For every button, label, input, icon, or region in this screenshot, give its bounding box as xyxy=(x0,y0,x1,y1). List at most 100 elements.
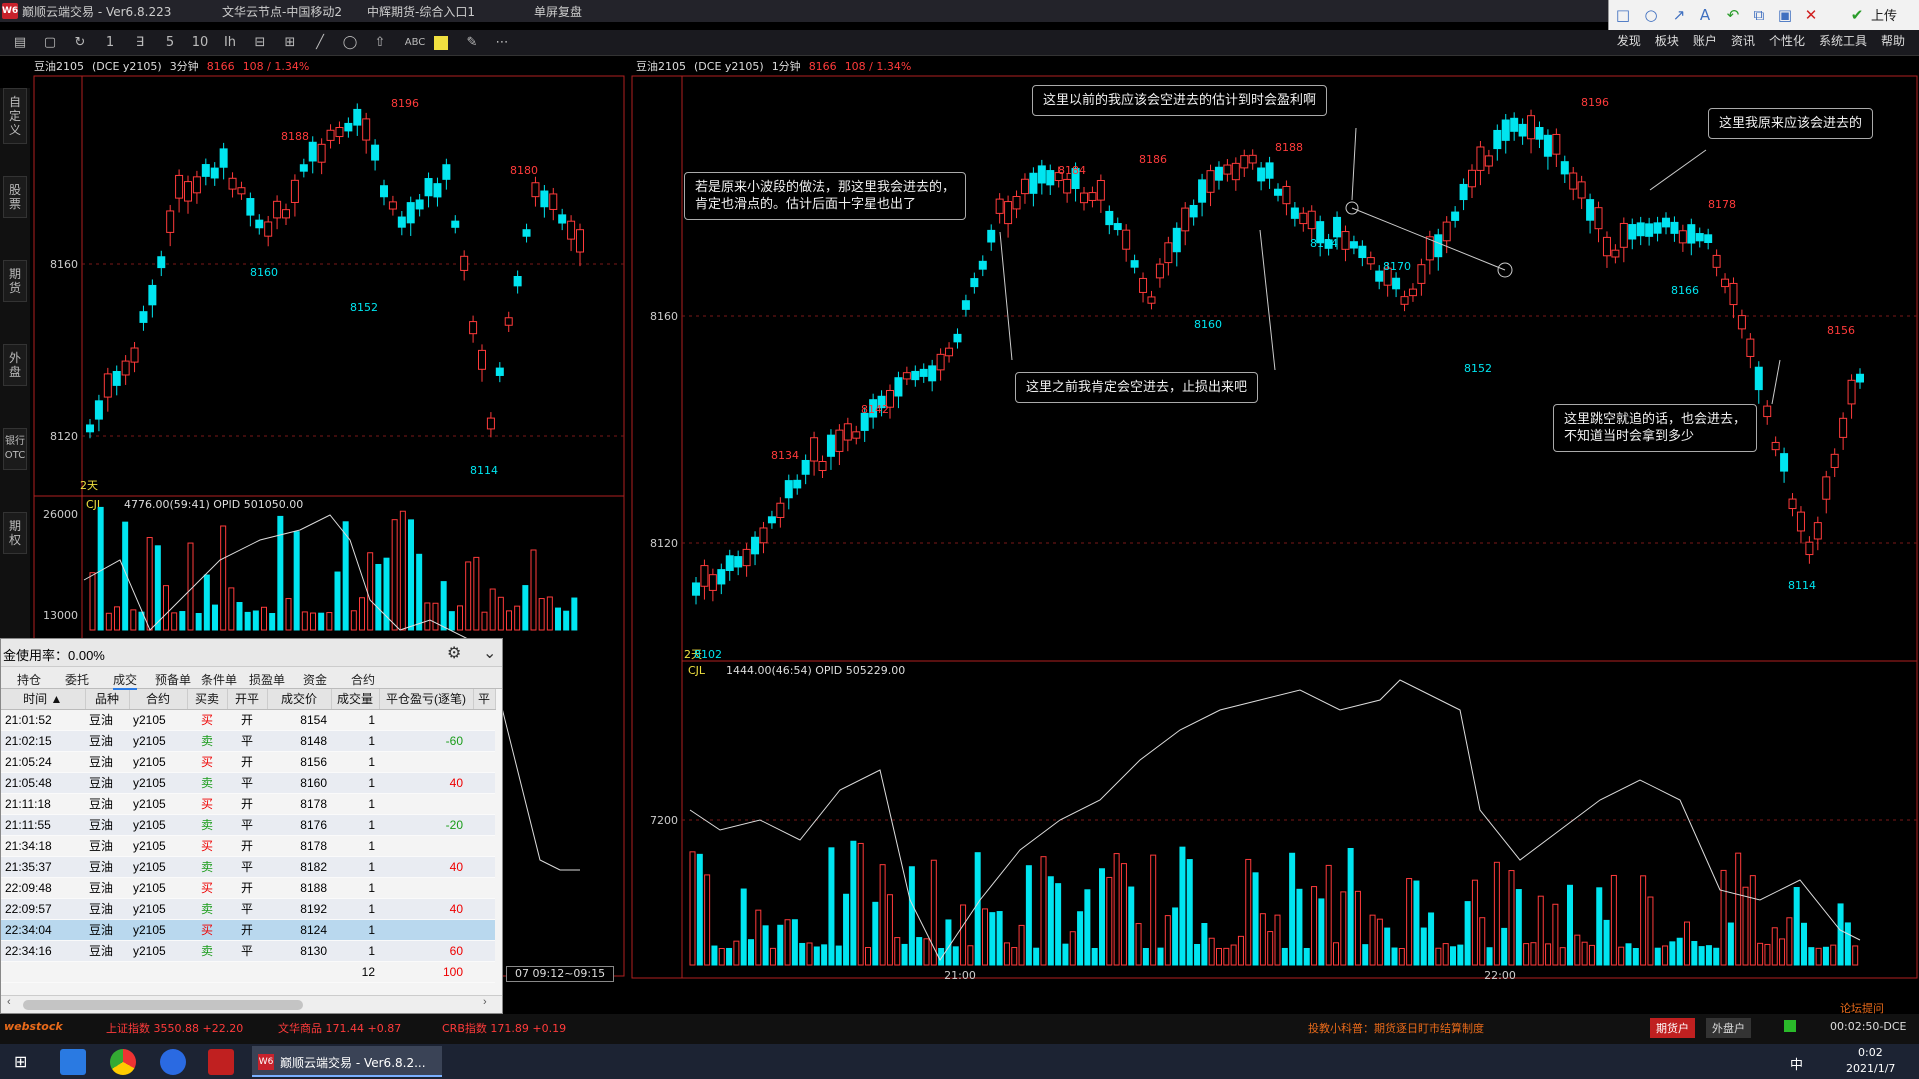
column-header[interactable]: 成交量 xyxy=(331,689,380,710)
windows-start-icon[interactable]: ⊞ xyxy=(14,1052,27,1071)
chevron-down-icon[interactable]: ⌄ xyxy=(483,643,496,663)
clock-date[interactable]: 2021/1/7 xyxy=(1846,1062,1895,1075)
tab-fills[interactable]: 成交 xyxy=(113,671,138,690)
candle-body xyxy=(784,480,793,499)
table-row[interactable]: 22:09:48 豆油 y2105 买开 8188 1 xyxy=(1,877,495,899)
gear-icon[interactable]: ⚙ xyxy=(447,643,461,663)
tab-stoploss[interactable]: 损盈单 xyxy=(249,671,285,688)
foreign-account-button[interactable]: 外盘户 xyxy=(1706,1018,1751,1038)
right-xtick-2100: 21:00 xyxy=(944,969,976,982)
volume-bar xyxy=(989,912,996,966)
column-header[interactable]: 买卖 xyxy=(187,689,228,710)
table-row[interactable]: 22:09:57 豆油 y2105 卖平 8192 1 40 xyxy=(1,898,495,920)
scroll-thumb[interactable] xyxy=(23,1000,303,1010)
table-row[interactable]: 21:11:18 豆油 y2105 买开 8178 1 xyxy=(1,793,495,815)
horizontal-scrollbar[interactable]: ‹ › xyxy=(1,995,502,1013)
volume-bar xyxy=(1749,875,1756,966)
table-cell: 8182 xyxy=(267,856,331,878)
k-app-icon[interactable] xyxy=(160,1049,186,1075)
volume-bar xyxy=(367,552,374,631)
volume-bar xyxy=(1274,914,1281,966)
candle-body xyxy=(184,181,192,202)
candle-body xyxy=(1417,264,1426,284)
index-sse[interactable]: 上证指数 3550.88 +22.20 xyxy=(106,1020,243,1036)
candle-body xyxy=(742,548,751,567)
candle-body xyxy=(1392,277,1401,290)
candle-body xyxy=(1510,117,1519,132)
table-row[interactable]: 21:11:55 豆油 y2105 卖平 8176 1 -20 xyxy=(1,814,495,836)
column-header[interactable]: 时间 ▲ xyxy=(1,689,86,710)
trading-app-icon[interactable] xyxy=(208,1049,234,1075)
futures-account-button[interactable]: 期货户 xyxy=(1650,1018,1695,1038)
table-cell: 8148 xyxy=(267,730,331,752)
column-header[interactable]: 平 xyxy=(473,689,496,710)
chart-note[interactable]: 这里之前我肯定会空进去，止损出来吧 xyxy=(1015,372,1259,403)
right-vol-label[interactable]: CJL xyxy=(688,664,706,677)
explorer-icon[interactable] xyxy=(60,1049,86,1075)
tab-contracts[interactable]: 合约 xyxy=(351,671,375,688)
volume-bar xyxy=(522,585,529,631)
volume-bar xyxy=(689,851,696,966)
volume-bar xyxy=(481,611,488,631)
column-header[interactable]: 开平 xyxy=(227,689,268,710)
candle-body xyxy=(424,178,433,197)
right-price-label: 8170 xyxy=(1383,260,1411,273)
table-row[interactable]: 21:34:18 豆油 y2105 买开 8178 1 xyxy=(1,835,495,857)
table-row[interactable]: 21:02:15 豆油 y2105 卖平 8148 1 -60 xyxy=(1,730,495,752)
candle-body xyxy=(852,431,861,439)
tab-positions[interactable]: 持仓 xyxy=(17,671,41,688)
candle-body xyxy=(219,148,228,168)
table-cell: 8178 xyxy=(267,793,331,815)
chart-note[interactable]: 这里以前的我应该会空进去的估计到时会盈利啊 xyxy=(1032,85,1328,116)
ime-indicator[interactable]: 中 xyxy=(1790,1054,1803,1073)
volume-bar xyxy=(1705,945,1712,966)
table-row[interactable]: 22:34:16 豆油 y2105 卖平 8130 1 60 xyxy=(1,940,495,962)
server-clock: 00:02:50-DCE xyxy=(1830,1020,1907,1033)
table-row[interactable]: 21:35:37 豆油 y2105 卖平 8182 1 40 xyxy=(1,856,495,878)
column-header[interactable]: 平仓盈亏(逐笔) xyxy=(379,689,474,710)
tab-orders[interactable]: 委托 xyxy=(65,671,89,688)
volume-bar xyxy=(1852,945,1859,966)
chart-note[interactable]: 若是原来小波段的做法，那这里我会进去的， 肯定也滑点的。估计后面十字星也出了 xyxy=(684,172,967,220)
volume-bar xyxy=(1047,876,1054,966)
table-row[interactable]: 21:01:52 豆油 y2105 买开 8154 1 xyxy=(1,709,495,731)
scroll-right-icon[interactable]: › xyxy=(483,996,487,1008)
chart-note[interactable]: 这里我原来应该会进去的 xyxy=(1708,108,1874,139)
candle-body xyxy=(94,400,103,420)
clock-time[interactable]: 0:02 xyxy=(1858,1046,1883,1059)
candle-body xyxy=(451,220,460,228)
tab-prepared[interactable]: 预备单 xyxy=(155,671,191,688)
column-header[interactable]: 品种 xyxy=(85,689,130,710)
volume-bar xyxy=(359,597,365,631)
volume-bar xyxy=(114,606,120,631)
table-row[interactable]: 21:05:48 豆油 y2105 卖平 8160 1 40 xyxy=(1,772,495,794)
column-header[interactable]: 成交价 xyxy=(267,689,332,710)
candle-body xyxy=(1594,207,1603,230)
table-row[interactable]: 21:05:24 豆油 y2105 买开 8156 1 xyxy=(1,751,495,773)
candle-body xyxy=(1063,178,1072,194)
forum-link[interactable]: 论坛提问 xyxy=(1840,1000,1884,1016)
scroll-left-icon[interactable]: ‹ xyxy=(7,996,11,1008)
table-cell: 买 xyxy=(187,709,227,731)
volume-bar xyxy=(555,607,561,631)
index-wenhua[interactable]: 文华商品 171.44 +0.87 xyxy=(278,1020,401,1036)
column-header[interactable]: 合约 xyxy=(129,689,188,710)
taskbar-active-app[interactable]: W6 巅顺云端交易 - Ver6.8.2... xyxy=(252,1046,442,1077)
index-crb[interactable]: CRB指数 171.89 +0.19 xyxy=(442,1020,566,1036)
table-cell xyxy=(379,877,473,899)
right-price-label: 8178 xyxy=(1708,198,1736,211)
volume-bar xyxy=(252,610,259,631)
table-row[interactable]: 22:34:04 豆油 y2105 买开 8124 1 xyxy=(1,919,495,941)
candle-body xyxy=(1780,453,1789,472)
tab-funds[interactable]: 资金 xyxy=(303,671,327,688)
tab-conditional[interactable]: 条件单 xyxy=(201,671,237,688)
volume-bar xyxy=(791,919,798,966)
volume-bar xyxy=(1296,888,1303,966)
edu-notice[interactable]: 投教小科普：期货逐日盯市结算制度 xyxy=(1308,1020,1484,1036)
chrome-icon[interactable] xyxy=(110,1049,136,1075)
volume-bar xyxy=(220,525,227,631)
candle-body xyxy=(1248,154,1257,164)
chart-note[interactable]: 这里跳空就追的话，也会进去， 不知道当时会拿到多少 xyxy=(1553,404,1758,452)
volume-bar xyxy=(1457,944,1464,966)
candle-body xyxy=(1535,127,1544,140)
